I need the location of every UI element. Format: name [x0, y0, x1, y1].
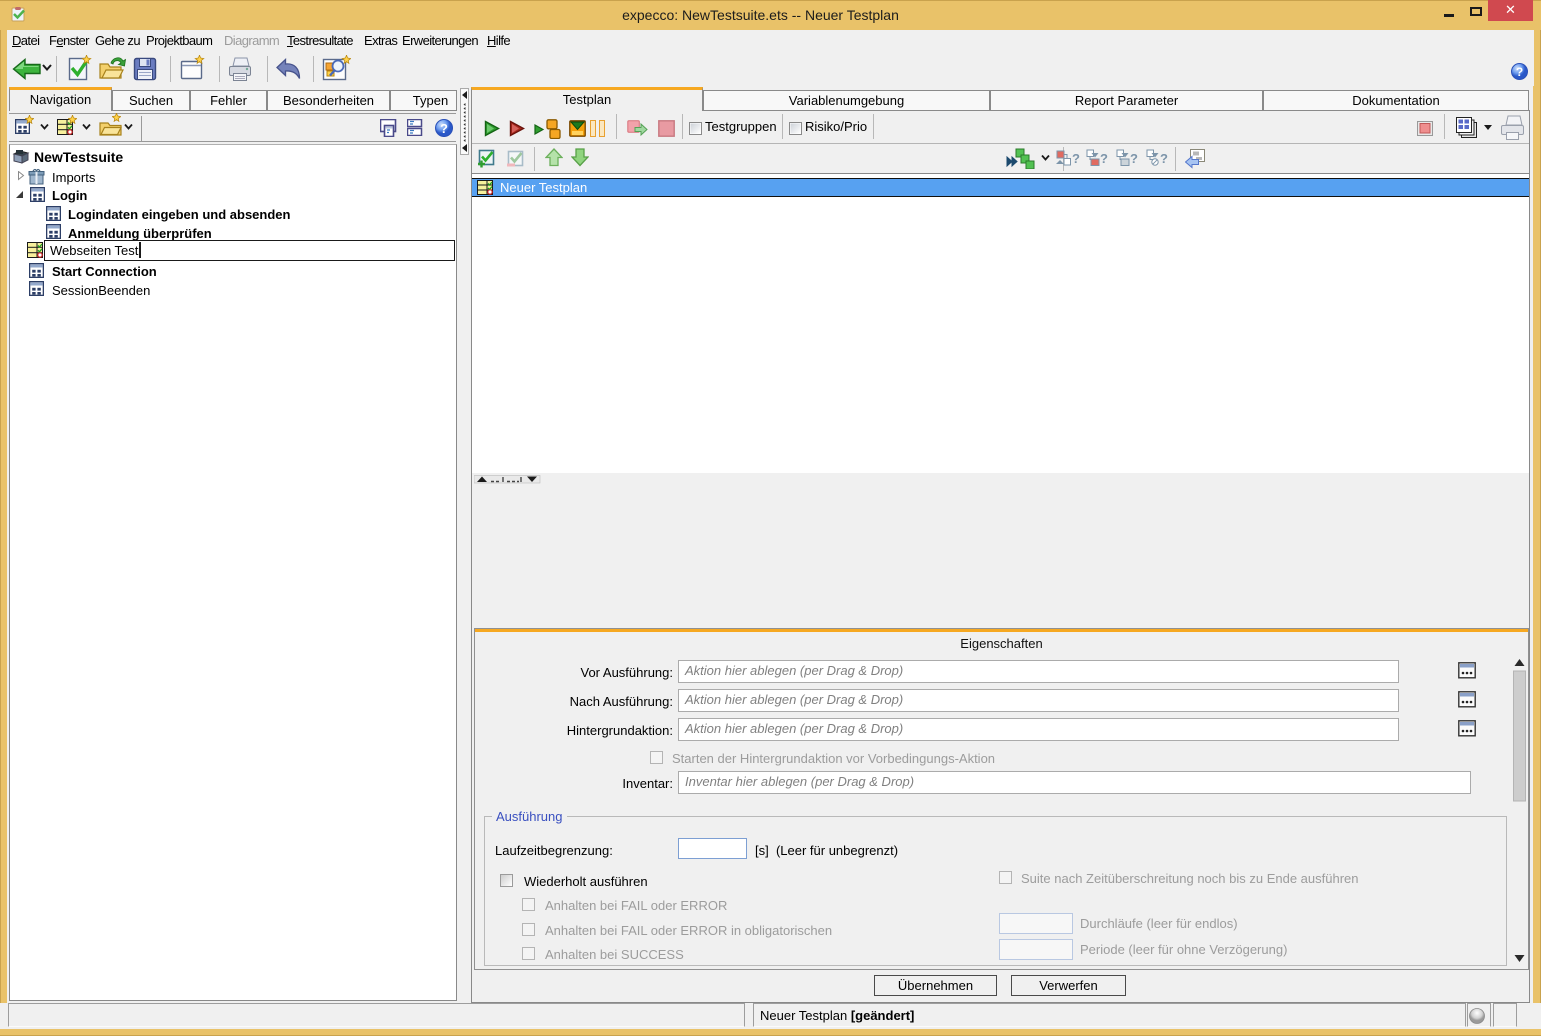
svg-text:?: ? — [1072, 151, 1080, 166]
svg-text:?: ? — [1100, 151, 1108, 166]
svg-text:?: ? — [1516, 65, 1523, 79]
svg-text:?: ? — [1160, 151, 1168, 166]
svg-text:?: ? — [1130, 151, 1138, 166]
svg-text:?: ? — [440, 121, 448, 136]
